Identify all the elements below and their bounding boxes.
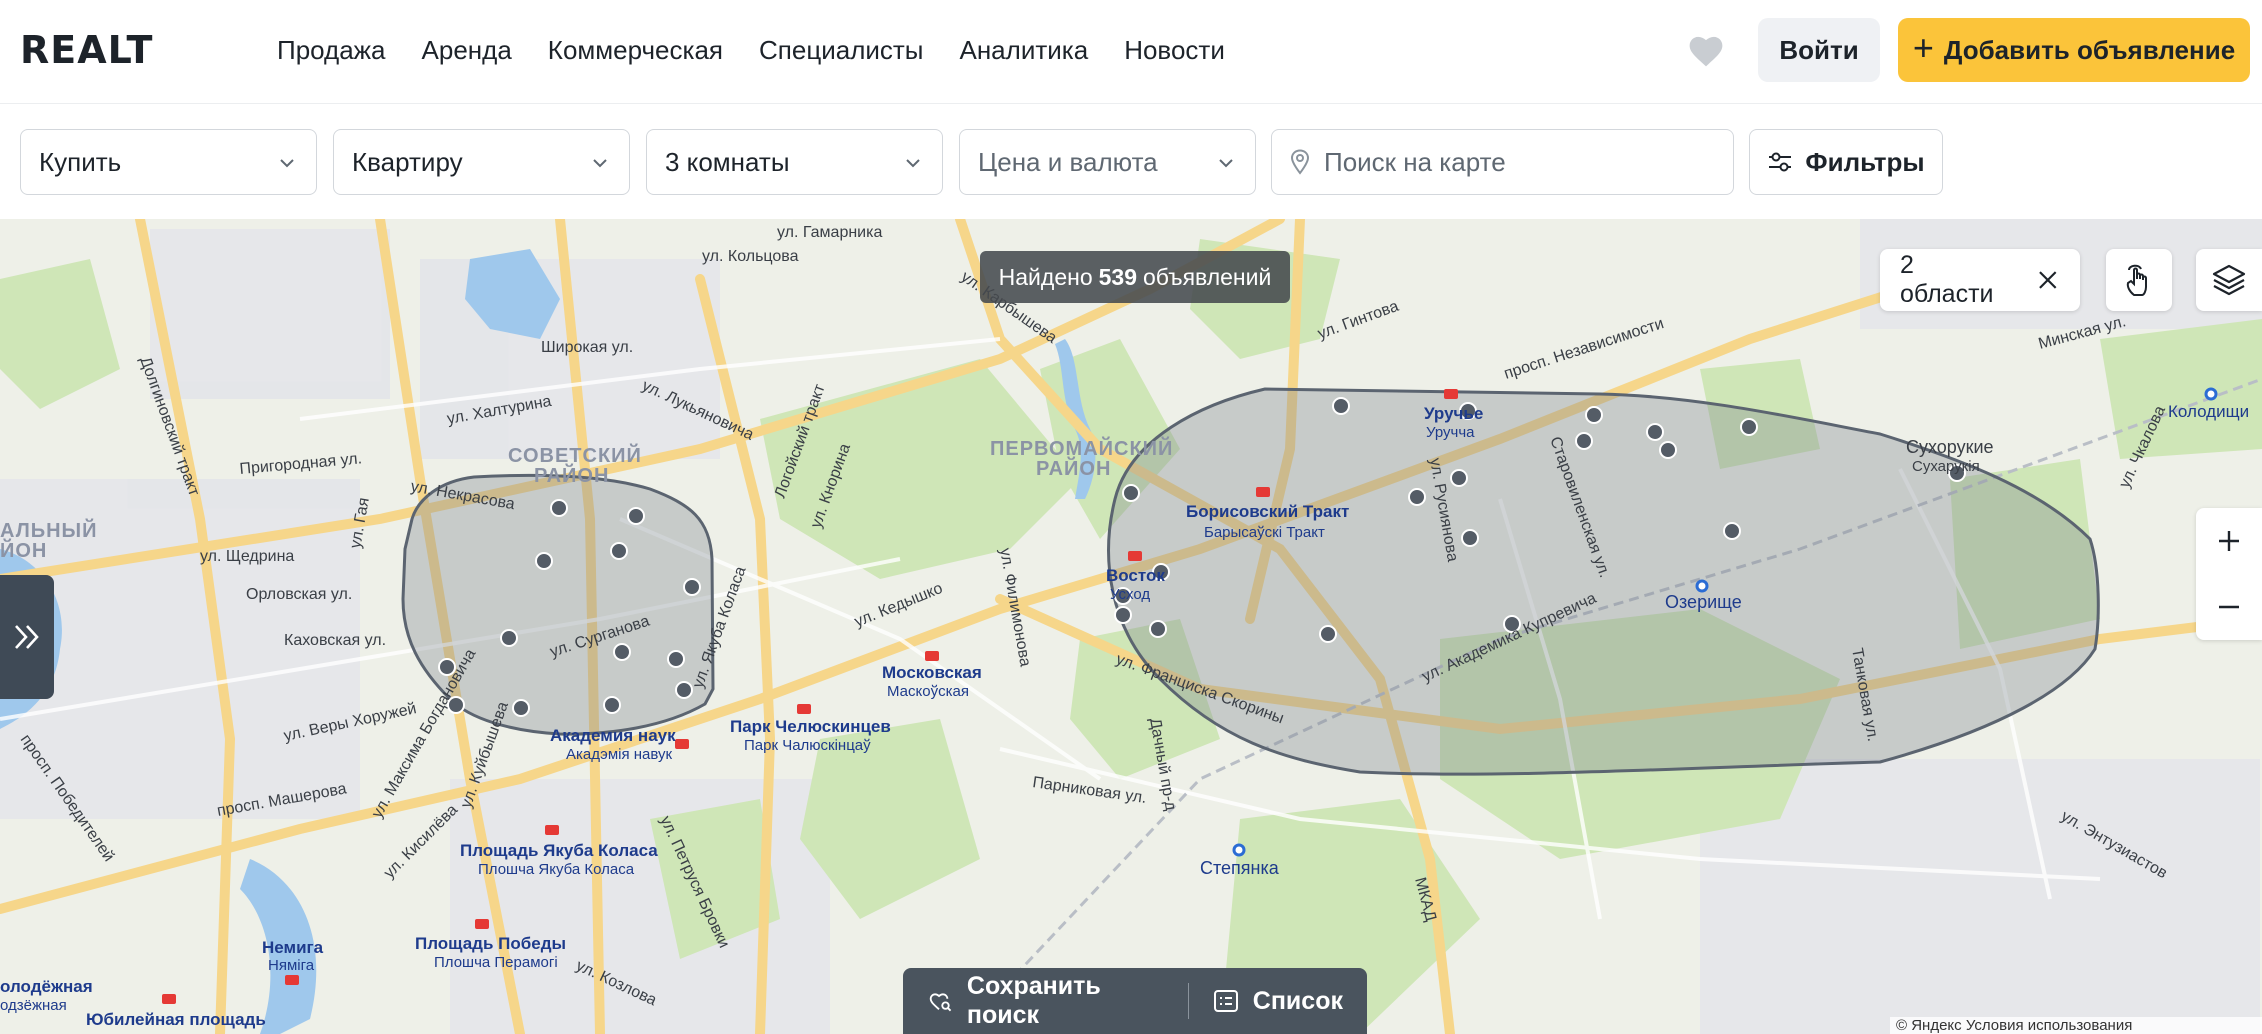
close-icon[interactable] xyxy=(2036,268,2060,292)
price-select[interactable]: Цена и валюта xyxy=(959,129,1256,195)
map-search-input[interactable]: Поиск на карте xyxy=(1271,129,1734,195)
zoom-control xyxy=(2196,508,2262,640)
bottom-action-bar: Сохранить поиск Список xyxy=(903,968,1367,1034)
areas-chip[interactable]: 2 области xyxy=(1880,249,2080,311)
place-label: Барысаўскі Тракт xyxy=(1204,524,1325,541)
place-label: Плошча Якуба Коласа xyxy=(478,861,635,878)
place-label: Уручча xyxy=(1426,424,1475,441)
place-label: Немига xyxy=(262,938,324,957)
location-pin-icon xyxy=(1290,149,1310,175)
nav-specialists[interactable]: Специалисты xyxy=(759,32,923,68)
rooms-select[interactable]: 3 комнаты xyxy=(646,129,943,195)
sliders-icon xyxy=(1769,152,1792,172)
district-label: РАЙОН xyxy=(534,463,609,487)
filters-label: Фильтры xyxy=(1805,146,1925,177)
draw-area-button[interactable] xyxy=(2106,249,2172,311)
price-placeholder: Цена и валюта xyxy=(978,146,1158,177)
login-button[interactable]: Войти xyxy=(1758,18,1880,82)
street-label: ул. Кольцова xyxy=(702,248,799,265)
district-label: ЙОН xyxy=(0,538,47,562)
place-label: Озерище xyxy=(1665,592,1742,612)
found-suffix: объявлений xyxy=(1143,263,1272,290)
list-icon xyxy=(1213,990,1238,1012)
nav-analytics[interactable]: Аналитика xyxy=(959,32,1088,68)
deal-type-value: Купить xyxy=(39,146,122,177)
plus-icon: + xyxy=(1912,27,1934,68)
header: REALT Продажа Аренда Коммерческая Специа… xyxy=(0,0,2262,104)
district-label: ПЕРВОМАЙСКИЙ xyxy=(990,436,1173,460)
place-label: Усход xyxy=(1110,586,1150,603)
nav-commercial[interactable]: Коммерческая xyxy=(548,32,723,68)
map-canvas[interactable]: СОВЕТСКИЙ РАЙОН ПЕРВОМАЙСКИЙ РАЙОН АЛЬНЫ… xyxy=(0,219,2262,1034)
property-type-select[interactable]: Квартиру xyxy=(333,129,630,195)
place-label: Московская xyxy=(882,663,982,682)
district-label: СОВЕТСКИЙ xyxy=(508,443,642,467)
place-label: Юбилейная площадь xyxy=(86,1010,266,1029)
street-label: Каховская ул. xyxy=(284,632,386,649)
zoom-out-button[interactable] xyxy=(2196,574,2262,640)
place-label: олодёжная xyxy=(0,977,93,996)
street-label: Орловская ул. xyxy=(246,586,352,603)
place-label: Сухорукие xyxy=(1906,437,1994,457)
place-label: Плошча Перамогі xyxy=(434,954,558,971)
street-label: ул. Гамарника xyxy=(777,224,882,241)
layers-button[interactable] xyxy=(2196,249,2262,311)
minus-icon xyxy=(2219,605,2239,609)
save-search-label: Сохранить поиск xyxy=(966,972,1101,1029)
side-panel-toggle[interactable] xyxy=(0,575,54,699)
chevron-down-icon xyxy=(593,159,607,168)
main-nav: Продажа Аренда Коммерческая Специалисты … xyxy=(277,32,1225,68)
place-label: Колодищи xyxy=(2168,402,2249,421)
place-label: Площадь Якуба Коласа xyxy=(460,841,658,860)
heart-search-icon xyxy=(929,993,952,1012)
place-label: Степянка xyxy=(1200,858,1280,878)
plus-icon xyxy=(2219,531,2239,551)
chevron-down-icon xyxy=(906,159,920,168)
heart-icon[interactable] xyxy=(1686,32,1726,68)
chevron-down-icon xyxy=(1219,159,1233,168)
nav-news[interactable]: Новости xyxy=(1124,32,1225,68)
add-listing-label: Добавить объявление xyxy=(1943,34,2236,65)
street-label: Широкая ул. xyxy=(541,339,633,356)
map[interactable]: СОВЕТСКИЙ РАЙОН ПЕРВОМАЙСКИЙ РАЙОН АЛЬНЫ… xyxy=(0,219,2262,1034)
place-label: Маскоўская xyxy=(887,683,969,700)
found-prefix: Найдено xyxy=(998,263,1093,290)
hand-pointer-icon xyxy=(2126,264,2147,296)
map-search-placeholder: Поиск на карте xyxy=(1324,146,1506,177)
place-label: Парк Челюскинцев xyxy=(730,717,891,736)
found-count: 539 xyxy=(1098,263,1137,290)
place-label: Восток xyxy=(1106,566,1165,585)
double-chevron-right-icon xyxy=(15,625,39,649)
district-label: РАЙОН xyxy=(1036,456,1111,480)
list-label: Список xyxy=(1252,986,1343,1015)
place-label: Площадь Победы xyxy=(415,934,566,953)
save-search-button[interactable]: Сохранить поиск xyxy=(903,968,1188,1034)
filters-button[interactable]: Фильтры xyxy=(1749,129,1943,195)
property-type-value: Квартиру xyxy=(352,146,463,177)
nav-rent[interactable]: Аренда xyxy=(422,32,512,68)
chevron-down-icon xyxy=(280,159,294,168)
place-label: Уручье xyxy=(1424,404,1483,423)
place-label: Акадэмія навук xyxy=(566,746,673,763)
add-listing-button[interactable]: + Добавить объявление xyxy=(1898,18,2250,82)
logo[interactable]: REALT xyxy=(20,30,153,70)
layers-icon xyxy=(2212,264,2246,296)
street-label: ул. Щедрина xyxy=(200,548,294,565)
district-label: АЛЬНЫЙ xyxy=(0,518,98,542)
list-view-button[interactable]: Список xyxy=(1189,968,1367,1034)
map-copyright[interactable]: © Яндекс Условия использования xyxy=(1890,1017,2262,1034)
zoom-in-button[interactable] xyxy=(2196,508,2262,574)
place-label: Академия наук xyxy=(550,726,676,745)
place-label: Сухарукія xyxy=(1912,458,1980,475)
areas-label: 2 области xyxy=(1900,251,1994,308)
place-label: Борисовский Тракт xyxy=(1186,502,1349,521)
place-label: одзёжная xyxy=(0,997,67,1014)
place-label: Няміга xyxy=(268,957,315,974)
found-count-badge: Найдено 539 объявлений xyxy=(980,251,1290,303)
nav-sale[interactable]: Продажа xyxy=(277,32,386,68)
filter-bar: Купить Квартиру 3 комнаты Цена и валюта … xyxy=(0,105,2262,219)
deal-type-select[interactable]: Купить xyxy=(20,129,317,195)
place-label: Парк Чалюскінцаў xyxy=(744,737,871,754)
rooms-value: 3 комнаты xyxy=(665,146,790,177)
